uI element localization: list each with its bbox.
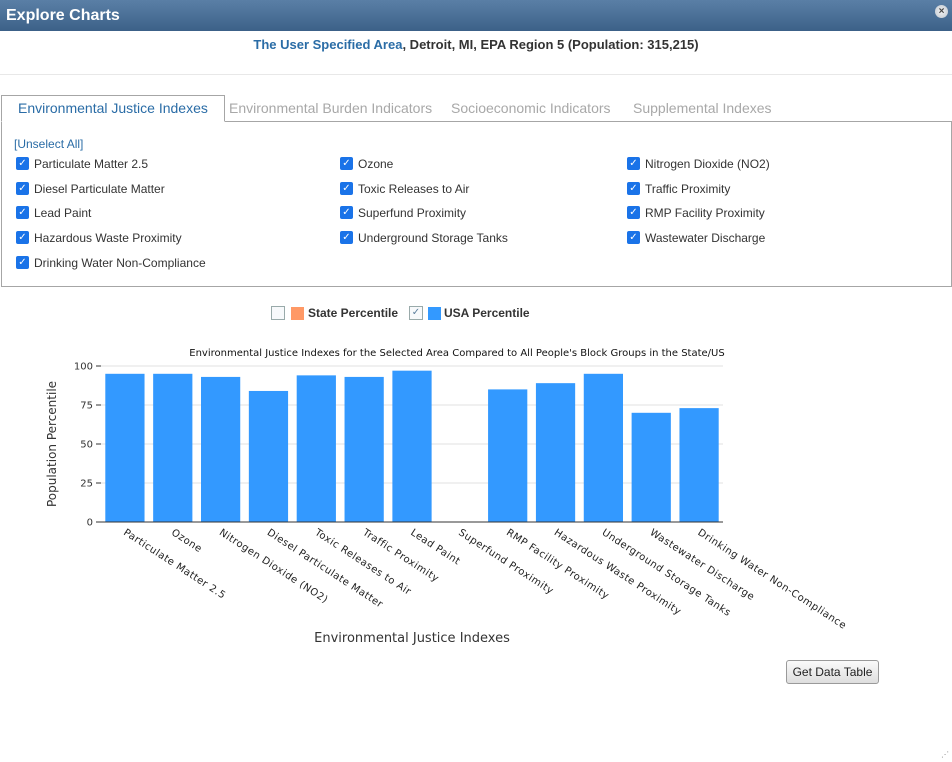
tab-environmental-justice-indexes[interactable]: Environmental Justice Indexes — [1, 95, 225, 122]
y-tick-label: 0 — [87, 518, 93, 529]
bar — [296, 375, 336, 522]
checkbox-label: Particulate Matter 2.5 — [34, 157, 149, 171]
x-axis-label: Environmental Justice Indexes — [314, 631, 510, 646]
checkbox[interactable]: ✓ — [627, 231, 640, 244]
resize-grip-icon[interactable]: ⋰ — [941, 751, 949, 759]
usa-percentile-checkbox[interactable]: ✓ — [409, 306, 423, 320]
bar — [153, 373, 193, 522]
bar — [392, 370, 432, 522]
checkbox-label: Toxic Releases to Air — [358, 182, 470, 196]
x-tick-label: Superfund Proximity — [456, 527, 555, 597]
divider — [0, 74, 952, 75]
checkbox[interactable]: ✓ — [340, 157, 353, 170]
checkbox-label: Underground Storage Tanks — [358, 231, 508, 245]
checkbox[interactable]: ✓ — [16, 157, 29, 170]
window-titlebar: Explore Charts × — [0, 0, 952, 31]
bar-chart: Environmental Justice Indexes for the Se… — [45, 348, 848, 646]
bar — [583, 373, 624, 522]
state-percentile-label: State Percentile — [308, 306, 399, 320]
checkbox-label: Drinking Water Non-Compliance — [34, 256, 206, 270]
checkbox[interactable]: ✓ — [16, 256, 29, 269]
checkbox-label: Diesel Particulate Matter — [34, 182, 165, 196]
checkbox-label: Hazardous Waste Proximity — [34, 231, 182, 245]
bar — [679, 408, 719, 522]
checkbox[interactable]: ✓ — [627, 157, 640, 170]
checkbox[interactable]: ✓ — [16, 206, 29, 219]
usa-percentile-swatch — [428, 307, 441, 320]
bar — [105, 373, 145, 522]
area-header: The User Specified Area, Detroit, MI, EP… — [0, 37, 952, 52]
x-tick-label: Ozone — [169, 527, 204, 555]
tab-supplemental-indexes[interactable]: Supplemental Indexes — [633, 95, 772, 122]
area-details: , Detroit, MI, EPA Region 5 (Population:… — [402, 37, 699, 52]
checkbox-label: Traffic Proximity — [645, 182, 731, 196]
checkbox-label: Superfund Proximity — [358, 206, 467, 220]
tab-socioeconomic-indicators[interactable]: Socioeconomic Indicators — [451, 95, 611, 122]
bar — [248, 390, 289, 522]
checkbox[interactable]: ✓ — [16, 182, 29, 195]
usa-percentile-label: USA Percentile — [444, 306, 530, 320]
indicator-panel: [Unselect All] ✓ Particulate Matter 2.5 ✓ O… — [1, 121, 952, 287]
checkbox-label: RMP Facility Proximity — [645, 206, 765, 220]
y-tick-label: 50 — [80, 440, 93, 451]
area-link[interactable]: The User Specified Area — [253, 37, 402, 52]
checkbox[interactable]: ✓ — [627, 206, 640, 219]
state-percentile-swatch — [291, 307, 304, 320]
y-tick-label: 25 — [80, 479, 93, 490]
bar — [488, 389, 528, 522]
checkbox[interactable]: ✓ — [340, 231, 353, 244]
y-axis-label: Population Percentile — [45, 381, 59, 507]
state-percentile-checkbox[interactable] — [271, 306, 285, 320]
close-icon[interactable]: × — [935, 5, 948, 18]
y-tick-label: 100 — [74, 362, 93, 373]
unselect-all-link[interactable]: [Unselect All] — [14, 137, 83, 151]
tab-environmental-burden-indicators[interactable]: Environmental Burden Indicators — [229, 95, 432, 122]
bar — [535, 383, 576, 522]
checkbox-label: Wastewater Discharge — [645, 231, 766, 245]
bar — [200, 376, 241, 522]
chart-title: Environmental Justice Indexes for the Se… — [189, 348, 724, 359]
checkbox-label: Ozone — [358, 157, 394, 171]
checkbox[interactable]: ✓ — [340, 182, 353, 195]
bar — [344, 376, 384, 522]
checkbox-label: Lead Paint — [34, 206, 92, 220]
checkbox-label: Nitrogen Dioxide (NO2) — [645, 157, 770, 171]
y-tick-label: 75 — [80, 401, 93, 412]
checkbox[interactable]: ✓ — [16, 231, 29, 244]
checkbox[interactable]: ✓ — [340, 206, 353, 219]
window-title: Explore Charts — [6, 7, 120, 24]
checkbox[interactable]: ✓ — [627, 182, 640, 195]
tab-bar: Environmental Justice Indexes Environmen… — [1, 95, 951, 122]
get-data-table-button[interactable]: Get Data Table — [786, 660, 879, 684]
bar — [631, 412, 671, 522]
